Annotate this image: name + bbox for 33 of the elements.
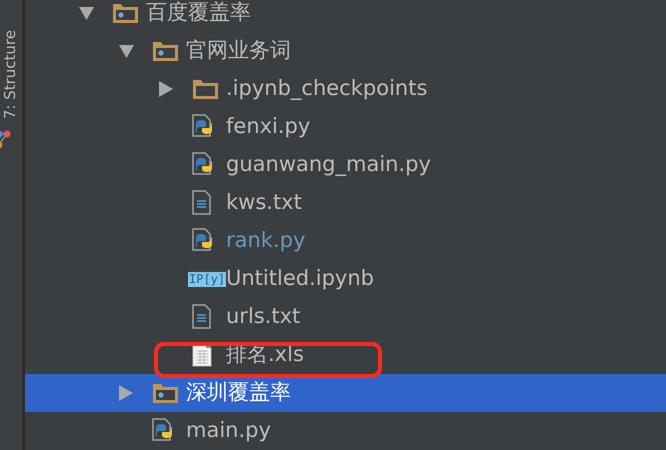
file-name: .ipynb_checkpoints	[226, 76, 428, 102]
tree-row[interactable]: 深圳覆盖率	[25, 374, 666, 412]
package-folder-icon	[152, 40, 179, 62]
file-name: main.py	[186, 418, 271, 444]
tree-row[interactable]: main.py	[25, 412, 666, 450]
package-folder-icon	[112, 2, 139, 24]
file-name: Untitled.ipynb	[226, 266, 374, 292]
tree-row[interactable]: rank.py	[25, 222, 666, 260]
file-name: 官网业务词	[186, 38, 291, 64]
tree-row[interactable]: .ipynb_checkpoints	[25, 70, 666, 108]
file-name: guanwang_main.py	[226, 152, 431, 178]
expanded-arrow-icon[interactable]	[119, 44, 134, 58]
text-file-icon	[192, 190, 212, 216]
structure-tab[interactable]: 7: Structure	[1, 30, 19, 120]
file-name: 百度覆盖率	[146, 0, 251, 26]
file-name: 深圳覆盖率	[186, 380, 291, 406]
file-name: rank.py	[226, 228, 306, 254]
tree-row[interactable]: guanwang_main.py	[25, 146, 666, 184]
expanded-arrow-icon[interactable]	[79, 6, 94, 20]
collapsed-arrow-icon[interactable]	[159, 81, 173, 97]
tree-row[interactable]: 官网业务词	[25, 32, 666, 70]
file-name: fenxi.py	[226, 114, 310, 140]
tree-row[interactable]: kws.txt	[25, 184, 666, 222]
tree-row[interactable]: urls.txt	[25, 298, 666, 336]
file-name: kws.txt	[226, 190, 302, 216]
tree-row[interactable]: fenxi.py	[25, 108, 666, 146]
tree-row[interactable]: 百度覆盖率	[25, 0, 666, 32]
notebook-file-icon: IP[y]	[188, 272, 226, 286]
tree-row[interactable]: IP[y]Untitled.ipynb	[25, 260, 666, 298]
text-file-icon	[192, 304, 212, 330]
file-name: urls.txt	[226, 304, 300, 330]
package-folder-icon	[152, 382, 179, 404]
folder-icon	[192, 78, 219, 100]
